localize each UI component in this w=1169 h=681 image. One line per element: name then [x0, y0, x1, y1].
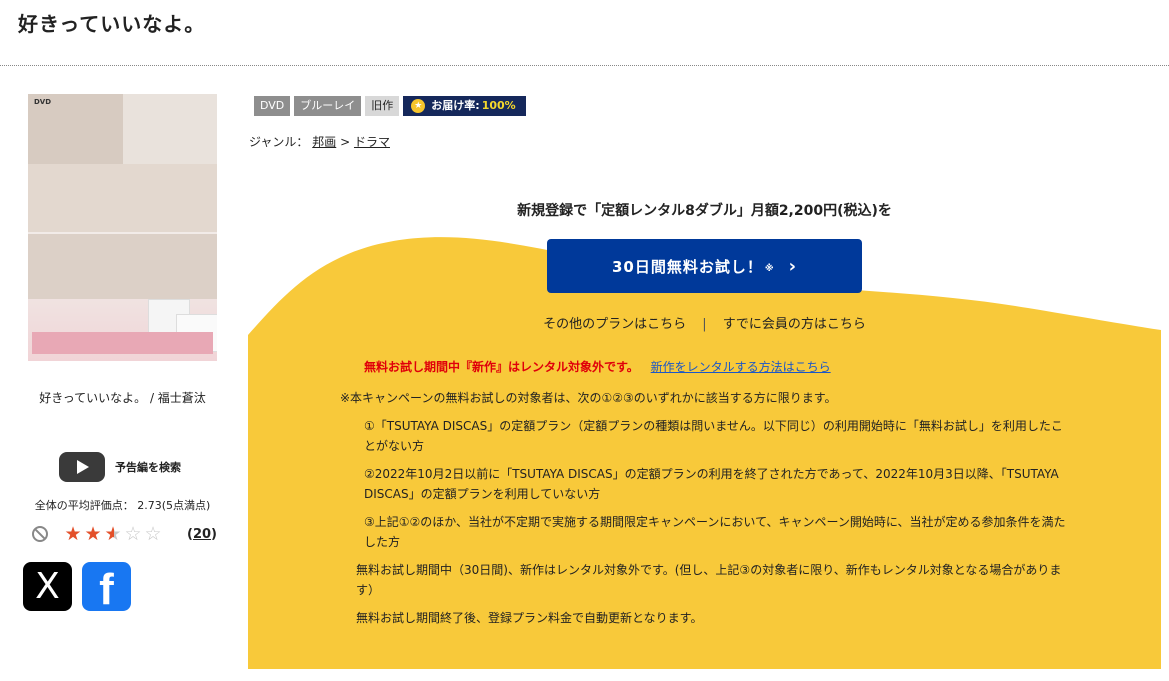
- page-title: 好きっていいなよ。: [18, 12, 206, 36]
- badge-delivery-rate: ★ お届け率: 100%: [403, 96, 526, 116]
- jacket-credits-band: [32, 332, 213, 354]
- warning-text: 無料お試し期間中『新作』はレンタル対象外です。: [364, 360, 639, 374]
- plan-links-divider: |: [702, 317, 707, 332]
- social-share: X f: [23, 562, 131, 614]
- terms-item-1: ①「TSUTAYA DISCAS」の定額プラン（定額プランの種類は問いません。以…: [364, 419, 1063, 453]
- member-login-link[interactable]: すでに会員の方はこちら: [723, 317, 866, 332]
- free-trial-label: 30日間無料お試し！: [611, 257, 763, 276]
- free-trial-button[interactable]: 30日間無料お試し！ ※ ›: [547, 239, 862, 293]
- rating-star-icon: ★: [84, 523, 102, 545]
- format-badges: DVD ブルーレイ 旧作 ★ お届け率: 100%: [254, 96, 526, 116]
- genre-breadcrumb: ジャンル： 邦画 > ドラマ: [249, 133, 390, 150]
- facebook-share-button[interactable]: f: [82, 562, 131, 614]
- badge-dvd: DVD: [254, 96, 291, 116]
- no-rating-icon[interactable]: [32, 526, 48, 542]
- review-count-wrap: (20): [187, 527, 217, 542]
- jacket-caption: 好きっていいなよ。 / 福士蒼汰: [39, 391, 206, 405]
- medal-star-icon: ★: [411, 99, 426, 113]
- genre-link-child[interactable]: ドラマ: [354, 135, 390, 149]
- review-count-link[interactable]: 20: [193, 527, 211, 542]
- free-trial-note-mark: ※: [764, 264, 775, 274]
- delivery-rate: 100%: [481, 99, 516, 112]
- facebook-logo-icon: f: [99, 565, 114, 614]
- genre-label: ジャンル：: [249, 135, 309, 149]
- x-share-button[interactable]: X: [23, 562, 72, 611]
- terms-note-1: 無料お試し期間中（30日間)、新作はレンタル対象外です。(但し、上記③の対象者に…: [356, 563, 1062, 597]
- x-logo-icon: X: [35, 566, 60, 607]
- genre-separator: >: [340, 135, 351, 149]
- review-count-close-paren: ): [211, 526, 217, 542]
- plan-links: その他のプランはこちら | すでに会員の方はこちら: [248, 313, 1161, 332]
- dvd-jacket-image[interactable]: DVD: [28, 94, 217, 361]
- rating-stars: ★ ★ ★ ☆ ☆: [63, 524, 163, 544]
- jacket-format-mark: DVD: [34, 98, 52, 106]
- terms-item-3: ③上記①②のほか、当社が不定期で実施する期間限定キャンペーンにおいて、キャンペー…: [364, 515, 1066, 549]
- youtube-play-icon: [59, 452, 105, 482]
- rating-star-icon: ★: [104, 523, 122, 545]
- terms-intro: ※本キャンペーンの無料お試しの対象者は、次の①②③のいずれかに該当する方に限りま…: [340, 391, 837, 405]
- badge-bluray: ブルーレイ: [294, 96, 362, 116]
- rating-star-icon: ☆: [124, 523, 142, 545]
- new-release-rental-link[interactable]: 新作をレンタルする方法はこちら: [651, 360, 831, 374]
- campaign-terms: ※本キャンペーンの無料お試しの対象者は、次の①②③のいずれかに該当する方に限りま…: [340, 388, 1100, 628]
- rating-star-icon: ☆: [144, 523, 162, 545]
- trailer-search-label: 予告編を検索: [115, 461, 181, 474]
- badge-old-release: 旧作: [365, 96, 400, 116]
- rating-row: ★ ★ ★ ☆ ☆ (20): [32, 524, 217, 544]
- terms-item-2: ②2022年10月2日以前に「TSUTAYA DISCAS」の定額プランの利用を…: [364, 467, 1059, 501]
- terms-note-2: 無料お試し期間終了後、登録プラン料金で自動更新となります。: [356, 611, 703, 625]
- other-plans-link[interactable]: その他のプランはこちら: [543, 317, 686, 332]
- genre-link-parent[interactable]: 邦画: [312, 135, 336, 149]
- delivery-label: お届け率:: [431, 99, 480, 112]
- trailer-search-button[interactable]: 予告編を検索: [59, 452, 181, 482]
- chevron-right-icon: ›: [788, 255, 798, 277]
- rating-star-icon: ★: [64, 523, 82, 545]
- new-release-warning: 無料お試し期間中『新作』はレンタル対象外です。 新作をレンタルする方法はこちら: [364, 358, 831, 375]
- promo-headline: 新規登録で「定額レンタル8ダブル」月額2,200円(税込)を: [517, 203, 892, 219]
- average-rating-text: 全体の平均評価点： 2.73(5点満点): [34, 499, 211, 512]
- title-divider: [0, 65, 1169, 66]
